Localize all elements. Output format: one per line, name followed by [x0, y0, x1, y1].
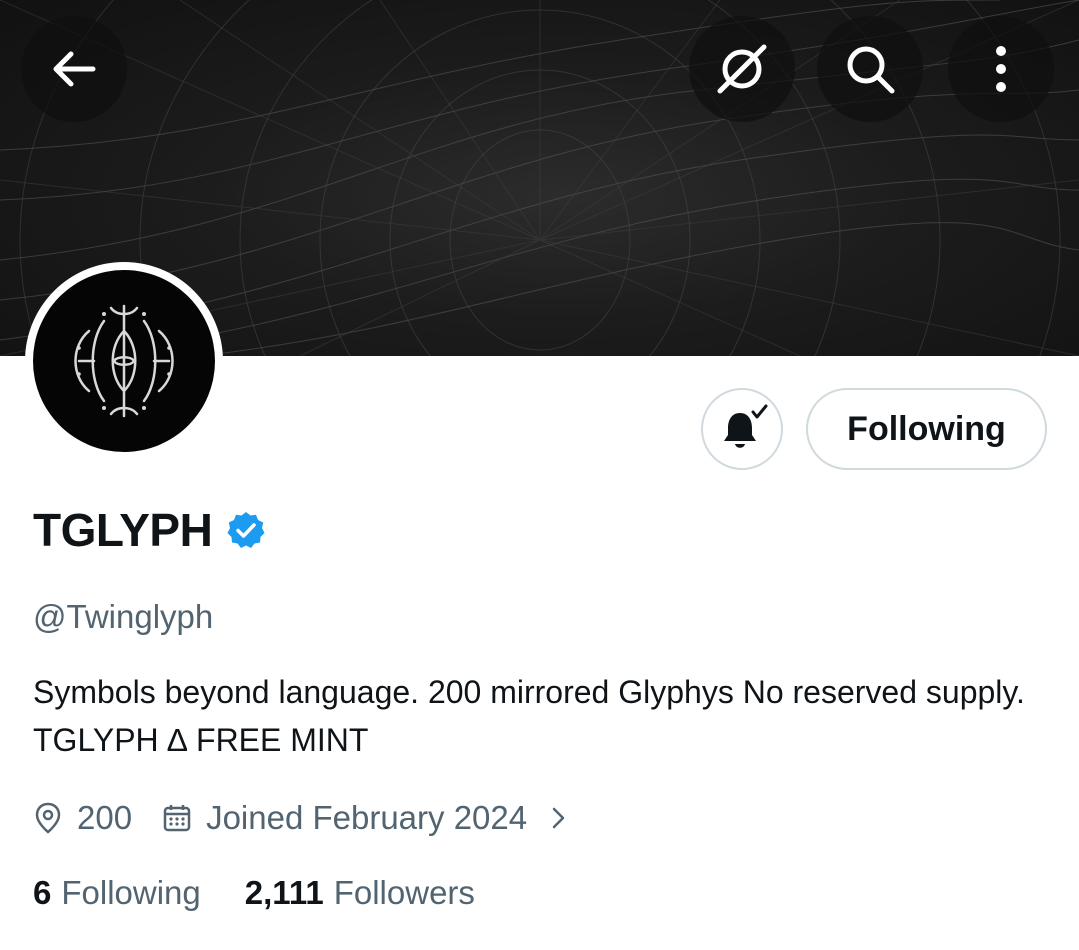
bell-check-icon	[724, 404, 768, 448]
follow-stats: 6 Following 2,111 Followers	[33, 870, 475, 916]
followers-stat[interactable]: 2,111 Followers	[245, 874, 475, 912]
arrow-left-icon	[53, 51, 96, 87]
followers-count: 2,111	[244, 874, 324, 911]
display-name: TGLYPH	[33, 504, 213, 556]
profile-bio: Symbols beyond language. 200 mirrored Gl…	[33, 674, 1025, 758]
following-count: 6	[33, 874, 52, 911]
grok-icon	[717, 44, 767, 94]
more-vertical-icon	[996, 46, 1006, 92]
joined-item[interactable]: Joined February 2024	[162, 799, 569, 837]
location-pin-icon	[35, 802, 61, 834]
verified-badge-icon[interactable]	[226, 510, 266, 550]
glyph-logo-icon	[74, 304, 174, 418]
profile-meta: 200 Joined February 2024	[33, 796, 569, 840]
notifications-button[interactable]	[701, 388, 783, 470]
joined-text: Joined February 2024	[206, 799, 528, 836]
following-label: Following	[61, 874, 201, 911]
calendar-icon	[163, 805, 191, 832]
location-text: 200	[77, 799, 133, 836]
avatar-image	[33, 270, 215, 452]
following-stat[interactable]: 6 Following	[33, 874, 201, 912]
grok-button[interactable]	[689, 16, 795, 122]
user-handle: @Twinglyph	[33, 598, 214, 635]
search-button[interactable]	[817, 16, 923, 122]
more-button[interactable]	[948, 16, 1054, 122]
search-icon	[847, 46, 895, 94]
location-item: 200	[33, 799, 132, 837]
back-button[interactable]	[21, 16, 127, 122]
following-button[interactable]: Following	[806, 388, 1047, 470]
profile-avatar[interactable]	[25, 262, 223, 460]
display-name-row: TGLYPH	[33, 502, 266, 558]
chevron-right-icon	[552, 807, 565, 829]
followers-label: Followers	[333, 874, 475, 911]
